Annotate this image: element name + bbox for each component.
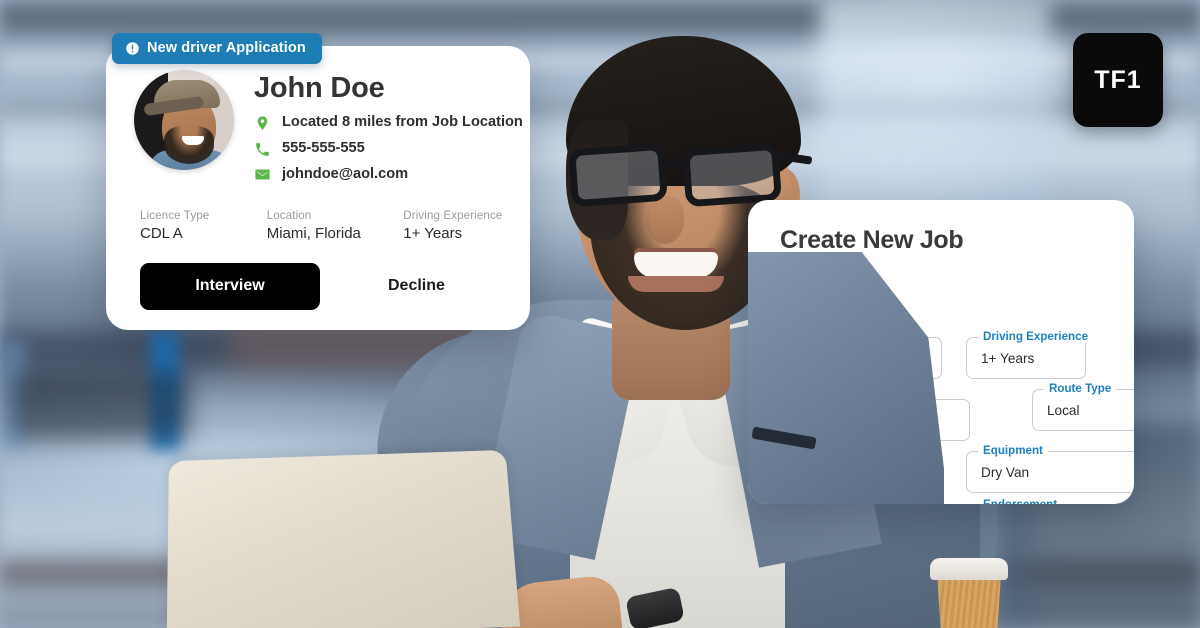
- detail-label: Location: [266, 208, 312, 222]
- background-vehicle: [10, 370, 190, 440]
- avatar: [134, 70, 234, 170]
- mouth: [634, 252, 718, 278]
- phone-icon: [254, 141, 271, 158]
- applicant-actions: Interview Decline: [106, 242, 530, 310]
- detail-value: CDL A: [140, 224, 183, 242]
- coffee-cup: [930, 552, 1008, 628]
- field-value: 1+ Years: [981, 351, 1035, 366]
- location-pin-icon: [254, 115, 271, 132]
- field-label: Endorsement: [978, 498, 1063, 504]
- applicant-location-text: Located 8 miles from Job Location: [282, 114, 523, 131]
- detail-value: 1+ Years: [403, 224, 463, 242]
- detail-driving-experience: Driving Experience 1+ Years: [403, 209, 530, 242]
- field-equipment[interactable]: Equipment Dry Van: [966, 444, 1134, 493]
- info-circle-icon: [125, 41, 140, 56]
- eyeglasses: [566, 142, 813, 208]
- applicant-phone-text: 555-555-555: [282, 140, 365, 157]
- tf1-logo: TF1: [1073, 33, 1163, 127]
- applicant-location-row: Located 8 miles from Job Location: [254, 113, 523, 133]
- applicant-details: Licence Type CDL A Location Miami, Flori…: [106, 191, 530, 242]
- page-title: Create New Job: [780, 226, 964, 254]
- field-label: Driving Experience: [978, 330, 1094, 343]
- new-application-badge: New driver Application: [112, 33, 322, 64]
- detail-licence-type: Licence Type CDL A: [140, 209, 267, 242]
- laptop: [166, 449, 521, 628]
- detail-value: Miami, Florida: [266, 224, 361, 242]
- avatar-beard: [164, 126, 214, 164]
- detail-location: Location Miami, Florida: [267, 209, 404, 242]
- field-route-type[interactable]: Route Type Local: [1032, 382, 1134, 431]
- eyeglass-lens-right: [682, 142, 782, 208]
- applicant-info: John Doe Located 8 miles from Job Locati…: [254, 70, 523, 191]
- eyeglass-temple: [773, 151, 813, 165]
- field-value: Dry Van: [981, 465, 1030, 480]
- lower-lip: [628, 276, 724, 292]
- field-label: Route Type: [1044, 382, 1117, 395]
- applicant-card: John Doe Located 8 miles from Job Locati…: [106, 46, 530, 330]
- decline-button[interactable]: Decline: [388, 277, 445, 295]
- coffee-cup-lid: [930, 558, 1008, 580]
- envelope-icon: [254, 166, 271, 183]
- detail-label: Licence Type: [140, 208, 210, 222]
- eyeglass-lens-left: [568, 142, 668, 208]
- applicant-name: John Doe: [254, 72, 385, 104]
- detail-label: Driving Experience: [403, 208, 503, 222]
- coffee-cup-body: [936, 572, 1002, 628]
- badge-label: New driver Application: [147, 40, 306, 56]
- field-label: Equipment: [978, 444, 1048, 457]
- applicant-header: John Doe Located 8 miles from Job Locati…: [106, 46, 530, 191]
- avatar-smile: [182, 136, 204, 145]
- applicant-email-text: johndoe@aol.com: [282, 165, 409, 182]
- applicant-email-row: johndoe@aol.com: [254, 165, 523, 185]
- interview-button[interactable]: Interview: [140, 262, 320, 310]
- field-driving-experience[interactable]: Driving Experience 1+ Years: [966, 330, 1094, 379]
- field-value: Local: [1047, 403, 1080, 418]
- hero-image-canvas: John Doe Located 8 miles from Job Locati…: [0, 0, 1200, 628]
- applicant-phone-row: 555-555-555: [254, 139, 523, 159]
